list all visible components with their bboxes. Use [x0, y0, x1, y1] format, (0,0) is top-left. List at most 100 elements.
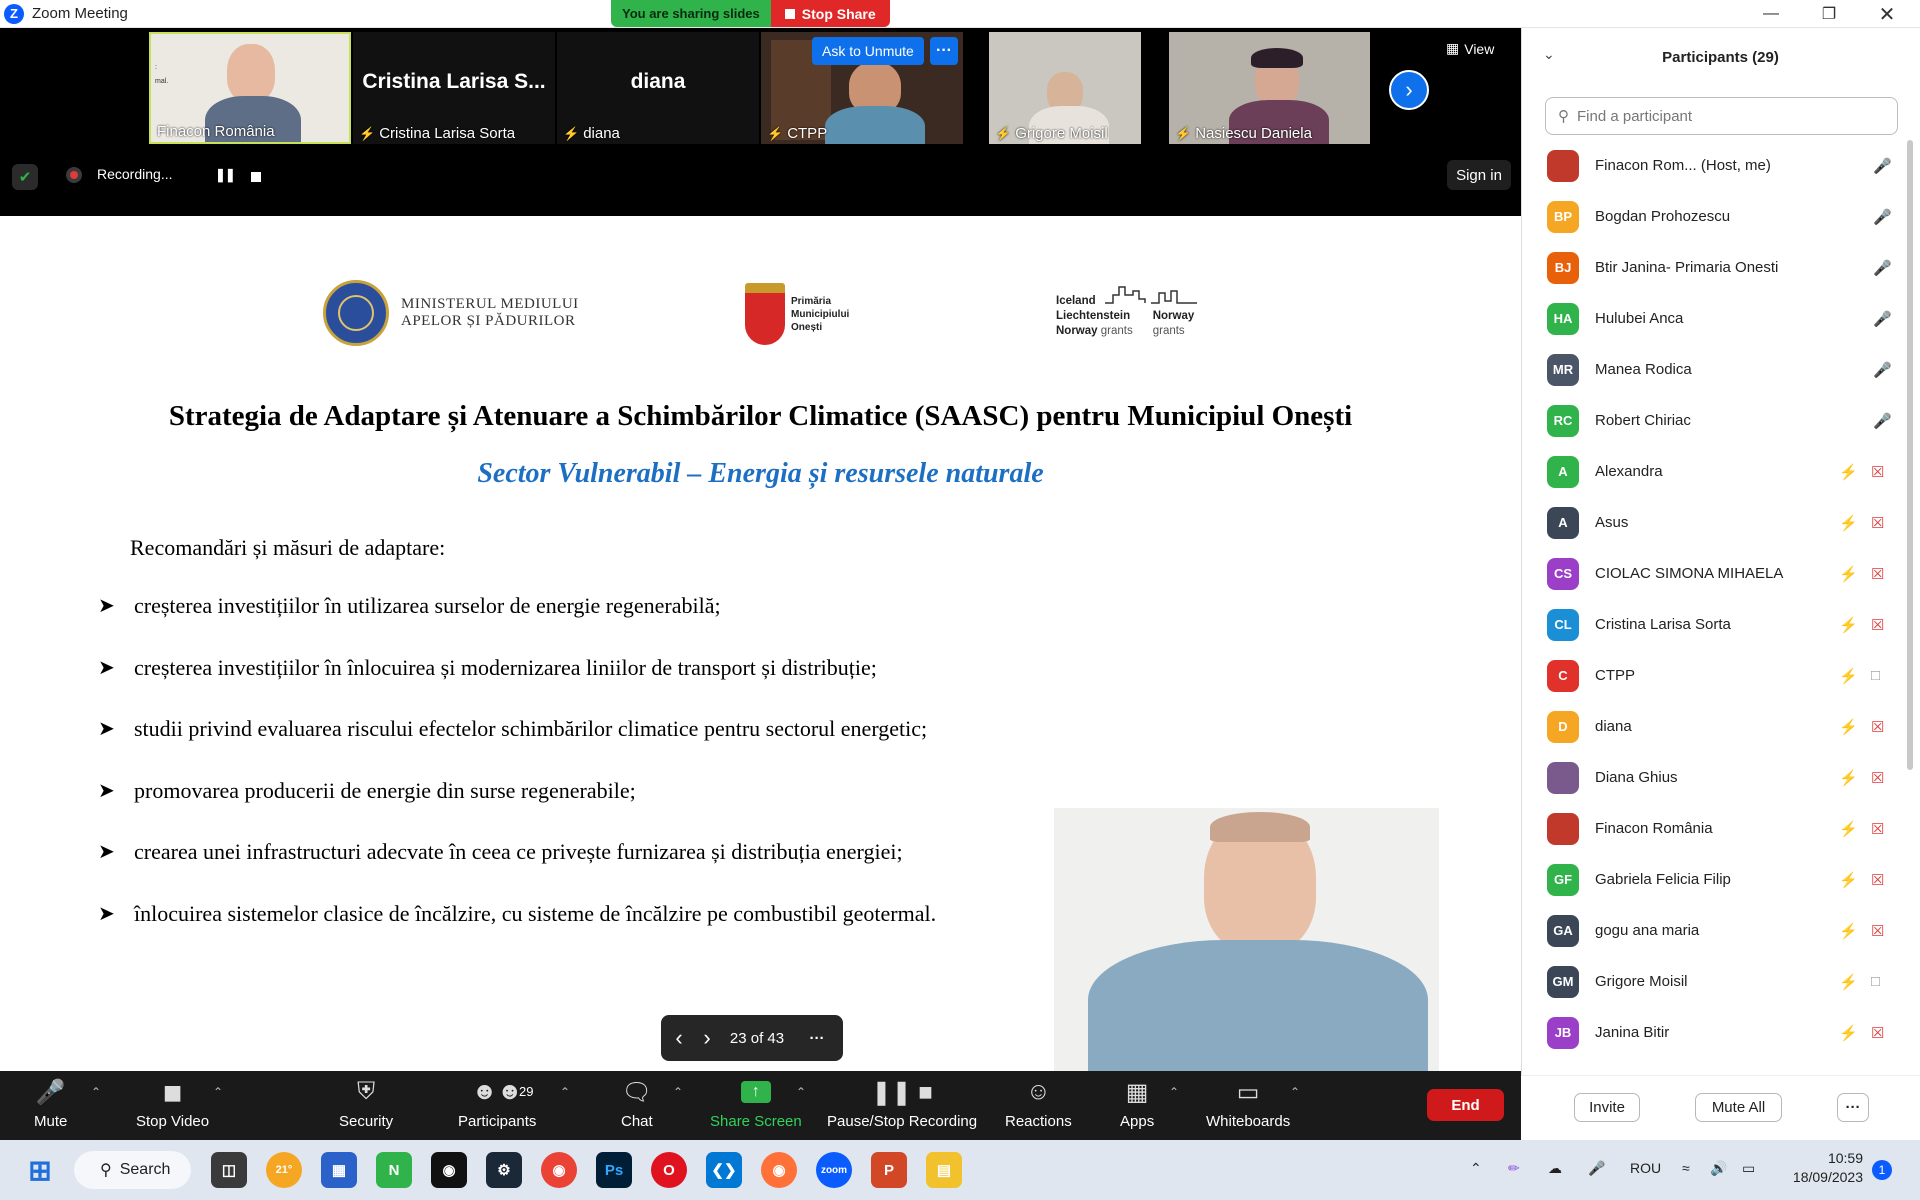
video-icon[interactable]: □ [1871, 667, 1880, 684]
next-page-button[interactable]: › [1389, 70, 1429, 110]
firefox-icon[interactable]: ◉ [761, 1152, 797, 1188]
whiteboards-options-caret[interactable]: ⌃ [1290, 1085, 1300, 1099]
windows-start-icon[interactable]: ⊞ [22, 1152, 58, 1188]
chat-options-caret[interactable]: ⌃ [673, 1085, 683, 1099]
video-off-icon[interactable]: ☒ [1871, 616, 1884, 634]
view-button[interactable]: ▦ View [1446, 40, 1494, 57]
mic-muted-icon[interactable]: ⚡ [1839, 667, 1858, 685]
notification-badge[interactable]: 1 [1872, 1160, 1892, 1180]
sign-in-button[interactable]: Sign in [1447, 160, 1511, 190]
participant-row[interactable]: Ddiana ⚡ ☒ [1521, 701, 1901, 752]
participant-list-scrollbar[interactable] [1907, 140, 1913, 770]
participant-row[interactable]: Diana Ghius ⚡ ☒ [1521, 752, 1901, 803]
video-off-icon[interactable]: ☒ [1871, 922, 1884, 940]
microphone-icon[interactable]: 🎤 [1873, 412, 1892, 430]
presenter-video-overlay[interactable] [1054, 808, 1439, 1071]
nvidia-icon[interactable]: N [376, 1152, 412, 1188]
participant-row[interactable]: BJ Btir Janina- Primaria Onesti 🎤 [1521, 242, 1901, 293]
participants-options-caret[interactable]: ⌃ [560, 1085, 570, 1099]
file-explorer-icon[interactable]: ▤ [926, 1152, 962, 1188]
mic-muted-icon[interactable]: ⚡ [1839, 922, 1858, 940]
audio-options-caret[interactable]: ⌃ [91, 1085, 101, 1099]
share-options-caret[interactable]: ⌃ [796, 1085, 806, 1099]
mic-muted-icon[interactable]: ⚡ [1839, 565, 1858, 583]
video-tile-cristina[interactable]: Cristina Larisa S... ⚡ Cristina Larisa So… [353, 32, 555, 144]
mic-muted-icon[interactable]: ⚡ [1839, 463, 1858, 481]
invite-button[interactable]: Invite [1574, 1093, 1640, 1122]
tray-overflow-chevron-icon[interactable]: ⌃ [1470, 1160, 1482, 1177]
onedrive-cloud-icon[interactable]: ☁ [1548, 1160, 1562, 1177]
participant-search-input[interactable]: ⚲ Find a participant [1545, 97, 1898, 135]
battery-icon[interactable]: ▭ [1742, 1160, 1755, 1177]
tray-microphone-icon[interactable]: 🎤 [1588, 1160, 1605, 1177]
mic-muted-icon[interactable]: ⚡ [1839, 820, 1858, 838]
video-icon[interactable]: □ [1871, 973, 1880, 990]
mute-all-button[interactable]: Mute All [1695, 1093, 1782, 1122]
task-view-icon[interactable]: ◫ [211, 1152, 247, 1188]
participant-row[interactable]: Finacon România ⚡ ☒ [1521, 803, 1901, 854]
mic-muted-icon[interactable]: ⚡ [1839, 1024, 1858, 1042]
mute-button[interactable]: 🎤 Mute [34, 1077, 67, 1131]
steam-icon[interactable]: ⚙ [486, 1152, 522, 1188]
apps-button[interactable]: ▦ Apps [1120, 1077, 1154, 1131]
mic-muted-icon[interactable]: ⚡ [1839, 718, 1858, 736]
microsoft-store-icon[interactable]: ▦ [321, 1152, 357, 1188]
participant-row[interactable]: RC Robert Chiriac 🎤 [1521, 395, 1901, 446]
security-shield-icon[interactable]: ✔ [12, 164, 38, 190]
video-off-icon[interactable]: ☒ [1871, 463, 1884, 481]
video-tile-diana[interactable]: diana ⚡ diana [557, 32, 759, 144]
stop-recording-icon[interactable] [251, 172, 261, 182]
next-slide-icon[interactable]: › [697, 1025, 717, 1051]
chat-button[interactable]: 🗨 Chat [621, 1077, 653, 1131]
video-off-icon[interactable]: ☒ [1871, 565, 1884, 583]
previous-slide-icon[interactable]: ‹ [661, 1025, 697, 1051]
zoom-taskbar-icon[interactable]: zoom [816, 1152, 852, 1188]
participant-row[interactable]: A Alexandra ⚡ ☒ [1521, 446, 1901, 497]
apps-options-caret[interactable]: ⌃ [1169, 1085, 1179, 1099]
weather-icon[interactable]: 21° [266, 1152, 302, 1188]
microphone-icon[interactable]: 🎤 [1873, 310, 1892, 328]
pause-stop-recording-button[interactable]: ❚❚ ■ Pause/Stop Recording [827, 1077, 977, 1131]
taskbar-search[interactable]: ⚲ Search [74, 1151, 191, 1189]
video-off-icon[interactable]: ☒ [1871, 514, 1884, 532]
participant-row[interactable]: CL Cristina Larisa Sorta ⚡ ☒ [1521, 599, 1901, 650]
nvidia-app-icon[interactable]: ◉ [431, 1152, 467, 1188]
minimize-icon[interactable]: — [1742, 0, 1800, 28]
chrome-icon[interactable]: ◉ [541, 1152, 577, 1188]
close-icon[interactable]: ✕ [1858, 0, 1916, 28]
pause-recording-icon[interactable]: ❚❚ [215, 167, 236, 183]
participant-row[interactable]: Finacon Rom... (Host, me) 🎤 [1521, 140, 1901, 191]
video-off-icon[interactable]: ☒ [1871, 718, 1884, 736]
pen-icon[interactable]: ✏ [1508, 1160, 1520, 1177]
whiteboards-button[interactable]: ▭ Whiteboards [1206, 1077, 1290, 1131]
vscode-icon[interactable]: ❮❯ [706, 1152, 742, 1188]
participant-row[interactable]: CS CIOLAC SIMONA MIHAELA ⚡ ☒ [1521, 548, 1901, 599]
slide-more-icon[interactable]: ··· [797, 1030, 837, 1047]
mic-muted-icon[interactable]: ⚡ [1839, 769, 1858, 787]
share-screen-button[interactable]: ↑ Share Screen [710, 1077, 802, 1130]
microphone-icon[interactable]: 🎤 [1873, 259, 1892, 277]
participant-row[interactable]: MR Manea Rodica 🎤 [1521, 344, 1901, 395]
restore-icon[interactable]: ❐ [1800, 0, 1858, 28]
ask-to-unmute-button[interactable]: Ask to Unmute [812, 37, 924, 65]
video-off-icon[interactable]: ☒ [1871, 820, 1884, 838]
participant-row[interactable]: GM Grigore Moisil ⚡ □ [1521, 956, 1901, 1007]
wifi-icon[interactable]: ≈ [1682, 1160, 1690, 1176]
stop-video-button[interactable]: ◼ Stop Video [136, 1077, 209, 1131]
participant-row[interactable]: GF Gabriela Felicia Filip ⚡ ☒ [1521, 854, 1901, 905]
participant-row[interactable]: JB Janina Bitir ⚡ ☒ [1521, 1007, 1901, 1058]
participant-row[interactable]: C CTPP ⚡ □ [1521, 650, 1901, 701]
video-options-caret[interactable]: ⌃ [213, 1085, 223, 1099]
video-tile-nasiescu[interactable]: ⚡ Nasiescu Daniela [1169, 32, 1370, 144]
end-meeting-button[interactable]: End [1427, 1089, 1504, 1121]
participant-row[interactable]: BP Bogdan Prohozescu 🎤 [1521, 191, 1901, 242]
mic-muted-icon[interactable]: ⚡ [1839, 973, 1858, 991]
video-tile-grigore[interactable]: ⚡ Grigore Moisil [989, 32, 1141, 144]
video-off-icon[interactable]: ☒ [1871, 871, 1884, 889]
photoshop-icon[interactable]: Ps [596, 1152, 632, 1188]
video-off-icon[interactable]: ☒ [1871, 769, 1884, 787]
collapse-panel-chevron-icon[interactable]: ⌄ [1543, 46, 1555, 63]
mic-muted-icon[interactable]: ⚡ [1839, 871, 1858, 889]
opera-icon[interactable]: O [651, 1152, 687, 1188]
keyboard-language[interactable]: ROU [1630, 1160, 1661, 1176]
